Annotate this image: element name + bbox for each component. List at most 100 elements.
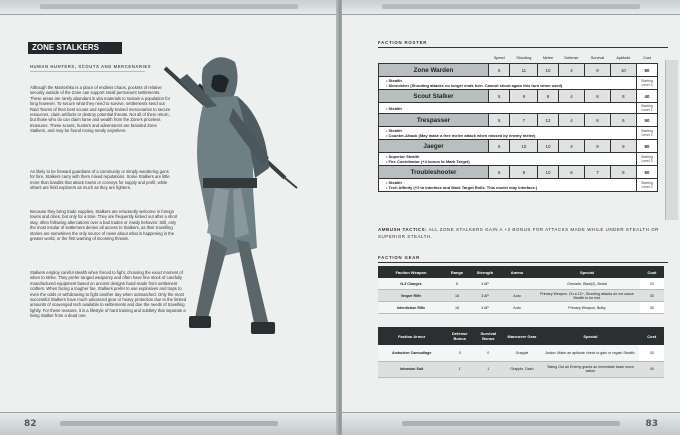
weapon-ammo bbox=[500, 278, 534, 290]
weapon-header-name: Faction Weapon bbox=[378, 266, 444, 278]
unit-abilities-row: • Superior Stealth • Fire Coordinator (+4… bbox=[378, 152, 658, 166]
unit-stat: 6 bbox=[557, 165, 586, 179]
armor-survival: 0 bbox=[474, 345, 503, 362]
left-page: ZONE STALKERS HUMAN HUNTERS, SCOUTS AND … bbox=[0, 0, 338, 435]
roster-header-cost: Cost bbox=[643, 55, 651, 60]
unit-starting-level: Starting Level 2 bbox=[636, 178, 658, 192]
ability-text: Fire Coordinator (+4 bonus to Mark Targe… bbox=[388, 159, 470, 164]
unit-row: Troubleshooter 5 8 10 6 7 8 60 bbox=[378, 165, 658, 179]
unit-stat: 5 bbox=[487, 63, 511, 77]
unit-abilities-row: • Stealth • Skirmisher (Shooting attacks … bbox=[378, 76, 658, 90]
ability-item: • Stealth bbox=[382, 106, 633, 111]
unit-cost: 60 bbox=[636, 165, 658, 179]
armor-header-maneuver: Maneuver Gear bbox=[502, 327, 542, 345]
unit-row: Trespasser 5 7 12 4 8 6 50 bbox=[378, 113, 658, 127]
unit-abilities: • Stealth • Tech Affinity (+2 to Interfac… bbox=[378, 178, 637, 192]
page-frame-top bbox=[342, 0, 680, 15]
roster-heading: FACTION ROSTER bbox=[378, 40, 428, 45]
armor-row: Ambusher Camouflage 0 0 Grapple Action: Make… bbox=[378, 345, 664, 362]
unit-abilities: • Stealth • Counter-Attack (May make a fr… bbox=[378, 126, 637, 140]
unit-abilities: • Stealth bbox=[378, 102, 637, 114]
armor-defense: 1 bbox=[445, 361, 474, 378]
unit-abilities: • Stealth • Skirmisher (Shooting attacks … bbox=[378, 76, 637, 90]
weapon-range: 18 bbox=[444, 289, 470, 302]
armor-survival: 1 bbox=[474, 361, 503, 378]
ambush-label: AMBUSH TACTICS: bbox=[378, 227, 428, 232]
ability-item: • Counter-Attack (May make a free melee … bbox=[382, 133, 633, 138]
armor-header-row: Faction Armor Defense Bonus Survival Bon… bbox=[378, 327, 664, 345]
unit-cost: 80 bbox=[636, 139, 658, 153]
armor-special: Taking Out an Enemy grants an immediate … bbox=[541, 361, 640, 378]
weapon-strength: 4 AP bbox=[470, 301, 500, 314]
page-number-right: 83 bbox=[645, 419, 658, 429]
unit-stat: 10 bbox=[537, 63, 559, 77]
unit-stat: 8 bbox=[609, 165, 638, 179]
unit-stat: 4 bbox=[557, 63, 586, 77]
unit-stat: 8 bbox=[509, 165, 539, 179]
unit-stat: 9 bbox=[609, 139, 638, 153]
unit-name: Scout Stalker bbox=[378, 89, 489, 103]
page-frame-bottom bbox=[342, 412, 680, 435]
unit-starting-level: Starting Level 3 bbox=[636, 76, 658, 90]
unit-row: Zone Warden 5 11 10 4 9 10 80 bbox=[378, 63, 658, 77]
armor-row: Intrusion Suit 1 1 Grapple, Dash Taking Out … bbox=[378, 361, 664, 378]
section-subtitle: HUMAN HUNTERS, SCOUTS AND MERCENARIES bbox=[30, 64, 152, 69]
armor-cost: 30 bbox=[639, 345, 664, 362]
weapon-header-row: Faction Weapon Range Strength Ammo Speci… bbox=[378, 266, 664, 278]
unit-stat: 9 bbox=[509, 89, 539, 103]
unit-stat: 10 bbox=[537, 165, 559, 179]
weapon-header-cost: Cost bbox=[640, 266, 664, 278]
unit-stat: 6 bbox=[609, 113, 638, 127]
unit-row: Jaeger 5 10 10 4 9 9 80 bbox=[378, 139, 658, 153]
armor-header-defense: Defense Bonus bbox=[445, 327, 474, 345]
weapon-strength: 4 AP bbox=[470, 278, 500, 290]
ability-item: • Tech Affinity (+2 to Interface and Mar… bbox=[382, 185, 633, 190]
weapon-ammo: Auto bbox=[500, 289, 534, 302]
roster-header-melee: Melee bbox=[542, 55, 554, 60]
weapon-range: 6 bbox=[444, 278, 470, 290]
roster-body: Zone Warden 5 11 10 4 9 10 80 • Stealth • Skirmis… bbox=[378, 63, 658, 192]
unit-name: Troubleshooter bbox=[378, 165, 489, 179]
unit-cost: 40 bbox=[636, 89, 658, 103]
unit-stat: 4 bbox=[557, 139, 586, 153]
weapon-name: N-3 Charges bbox=[378, 278, 444, 290]
page-side-tab bbox=[665, 60, 678, 220]
roster-header-shooting: Shooting bbox=[516, 55, 532, 60]
roster-header-unit bbox=[379, 52, 489, 64]
armor-maneuver: Grapple bbox=[502, 345, 542, 362]
unit-stat: 7 bbox=[509, 113, 539, 127]
ability-text: Tech Affinity (+2 to Interface and Mark … bbox=[388, 185, 538, 190]
weapon-ammo: Auto bbox=[500, 301, 534, 314]
unit-name: Trespasser bbox=[378, 113, 489, 127]
weapon-header-special: Special bbox=[534, 266, 640, 278]
weapon-header-ammo: Ammo bbox=[500, 266, 534, 278]
weapon-cost: 30 bbox=[640, 289, 664, 302]
unit-starting-level: Starting Level 1 bbox=[636, 102, 658, 114]
gear-heading: FACTION GEAR bbox=[378, 255, 421, 260]
weapon-row: Vesper Rifle 18 3 AP Auto Primary Weapon. On… bbox=[378, 289, 664, 302]
weapon-special: Grenade, Blast(2), Brutal bbox=[534, 278, 640, 290]
faction-armor-table: Faction Armor Defense Bonus Survival Bon… bbox=[378, 327, 664, 378]
unit-stat: 8 bbox=[609, 89, 638, 103]
armor-header-special: Special bbox=[541, 327, 640, 345]
weapon-strength: 3 AP bbox=[470, 289, 500, 302]
unit-cost: 80 bbox=[636, 63, 658, 77]
unit-stat: 9 bbox=[584, 139, 611, 153]
stalker-illustration bbox=[163, 57, 298, 334]
weapon-row: N-3 Charges 6 4 AP Grenade, Blast(2), Bruta… bbox=[378, 278, 664, 290]
unit-abilities-row: • Stealth • Counter-Attack (May make a fr… bbox=[378, 126, 658, 140]
ability-text: Counter-Attack (May make a free melee at… bbox=[388, 133, 536, 138]
weapon-cost: 20 bbox=[640, 278, 664, 290]
book-spread: ZONE STALKERS HUMAN HUNTERS, SCOUTS AND … bbox=[0, 0, 680, 435]
unit-stat: 11 bbox=[509, 63, 539, 77]
roster-rule bbox=[378, 47, 668, 48]
weapon-range: 18 bbox=[444, 301, 470, 314]
armor-maneuver: Grapple, Dash bbox=[502, 361, 542, 378]
unit-stat: 5 bbox=[487, 139, 511, 153]
unit-stat: 10 bbox=[537, 139, 559, 153]
armor-header-survival: Survival Bonus bbox=[474, 327, 503, 345]
unit-abilities: • Superior Stealth • Fire Coordinator (+4… bbox=[378, 152, 637, 166]
unit-stat: 8 bbox=[537, 89, 559, 103]
ability-item: • Skirmisher (Shooting attacks no longer… bbox=[382, 83, 633, 88]
roster-header-aptitude: Aptitude bbox=[616, 55, 631, 60]
